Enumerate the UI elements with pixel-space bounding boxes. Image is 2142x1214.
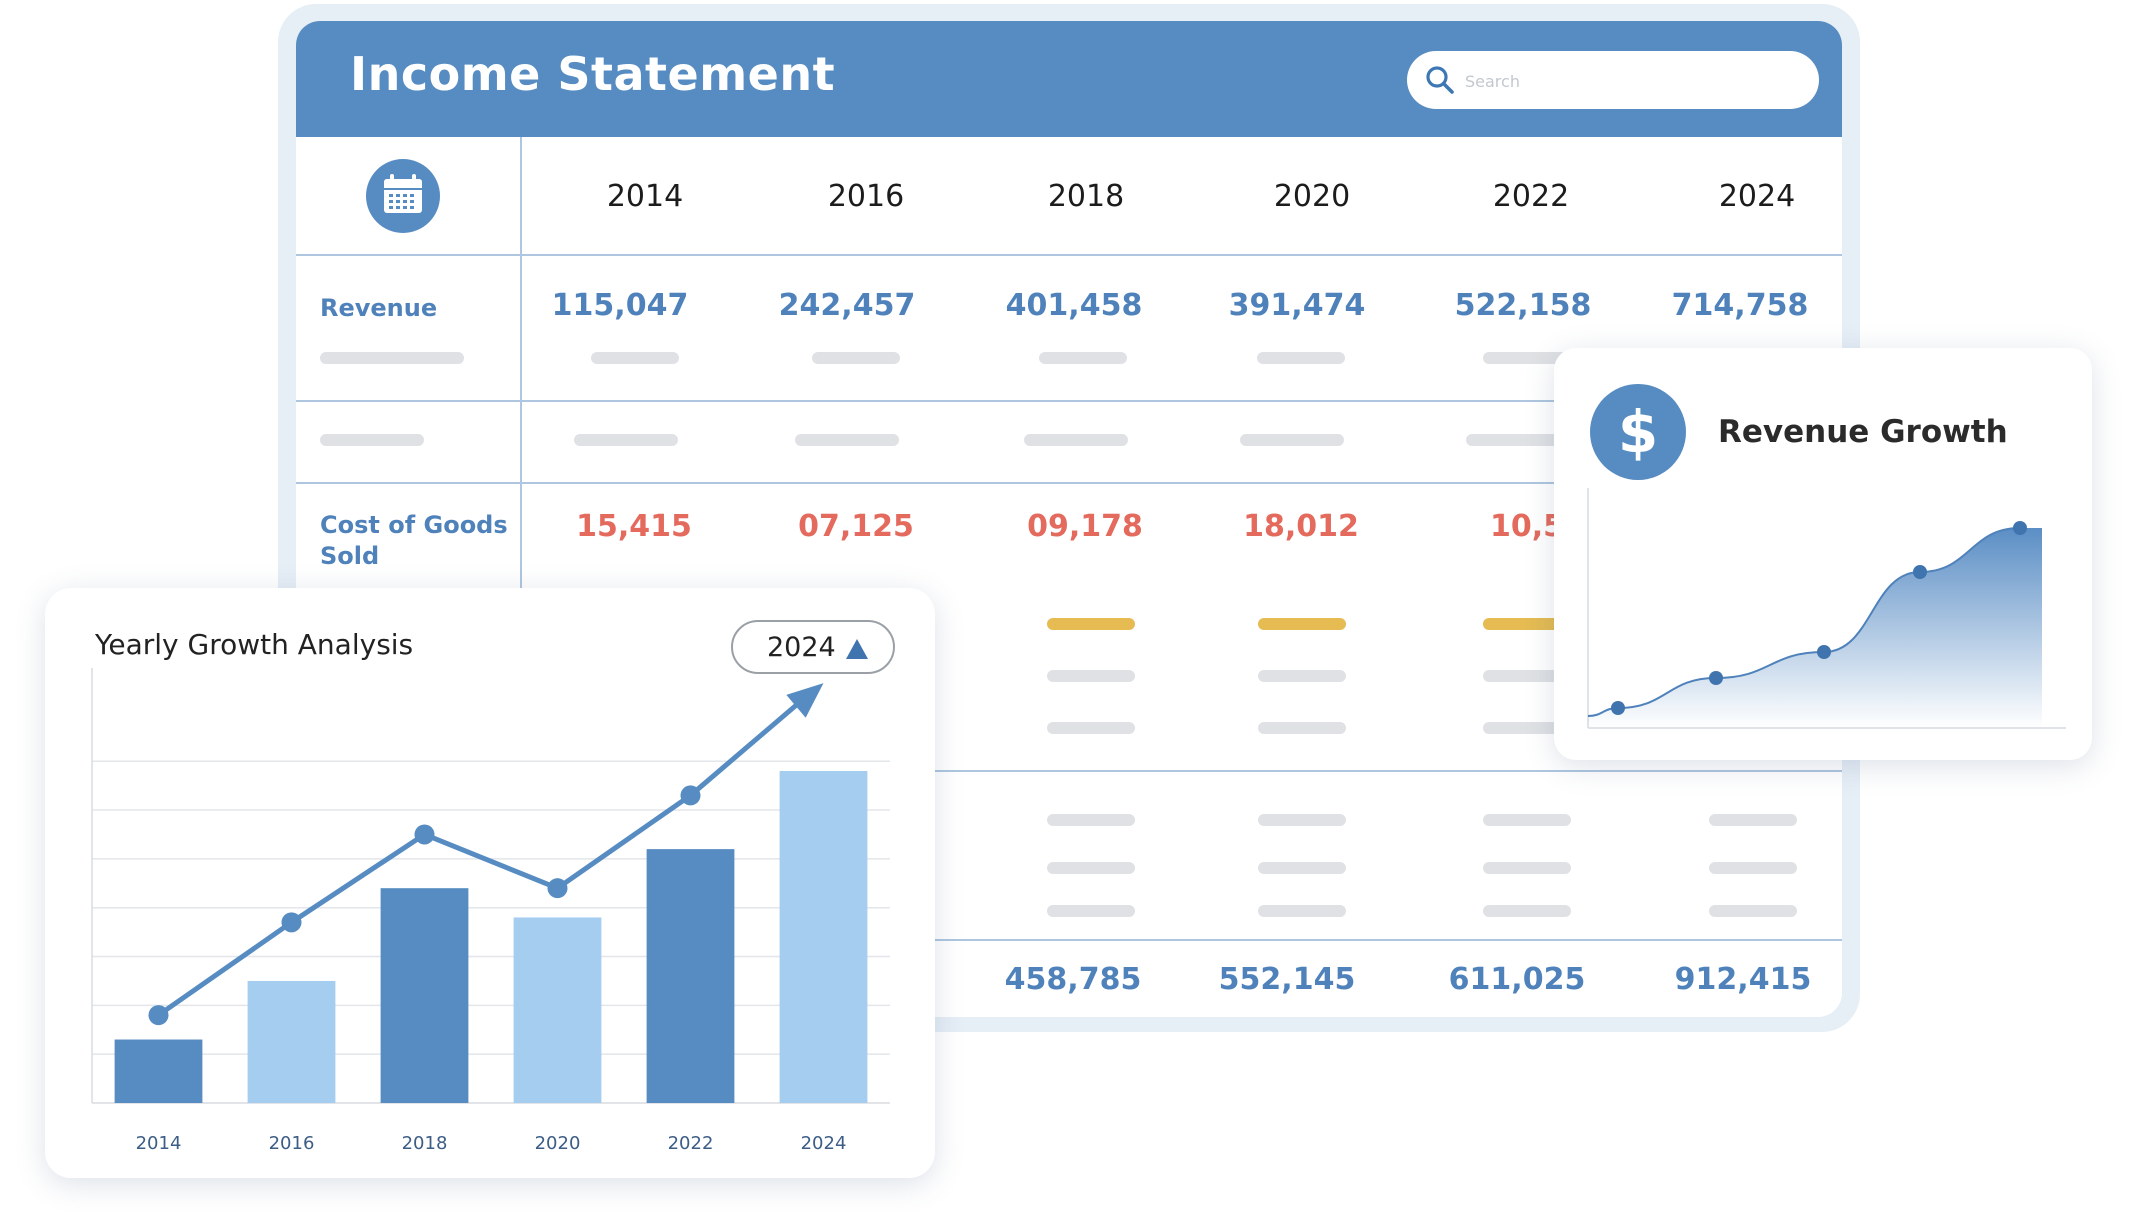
revenue-value: 115,047 — [551, 288, 689, 323]
bar — [380, 888, 469, 1103]
cogs-label-line2: Sold — [320, 542, 380, 570]
cogs-value: 18,012 — [1243, 509, 1359, 544]
revenue-growth-chart — [1587, 488, 2066, 729]
x-tick-label: 2020 — [535, 1133, 581, 1154]
total-value: 458,785 — [1004, 962, 1142, 997]
x-tick-label: 2016 — [269, 1133, 315, 1154]
placeholder-bar — [1258, 722, 1346, 734]
search-input[interactable] — [1463, 63, 1797, 99]
cogs-label-line1: Cost of Goods — [320, 511, 508, 539]
calendar-badge — [366, 159, 440, 233]
x-tick-label: 2022 — [668, 1133, 714, 1154]
x-tick-label: 2024 — [801, 1133, 847, 1154]
yearly-growth-card: Yearly Growth Analysis 2024 2014 2016 2018… — [45, 588, 935, 1178]
placeholder-bar — [591, 352, 679, 364]
placeholder-bar — [1047, 862, 1135, 874]
cogs-value: 09,178 — [1027, 509, 1143, 544]
data-point — [1611, 701, 1625, 715]
placeholder-bar — [1047, 905, 1135, 917]
placeholder-bar — [1258, 618, 1346, 630]
bar — [114, 1039, 203, 1103]
area-fill — [1588, 528, 2042, 728]
placeholder-bar — [1709, 905, 1797, 917]
bar — [779, 771, 868, 1103]
revenue-value: 401,458 — [1005, 288, 1143, 323]
total-value: 552,145 — [1218, 962, 1356, 997]
placeholder-bar — [320, 352, 464, 364]
total-value: 912,415 — [1674, 962, 1812, 997]
placeholder-bar — [1039, 352, 1127, 364]
search-box[interactable] — [1407, 51, 1819, 109]
placeholder-bar — [1709, 862, 1797, 874]
placeholder-bar — [1258, 905, 1346, 917]
placeholder-bar — [574, 434, 678, 446]
income-statement-header: Income Statement — [296, 21, 1842, 137]
bar — [646, 849, 735, 1103]
data-point — [2013, 521, 2027, 535]
placeholder-bar — [795, 434, 899, 446]
year-header: 2018 — [1047, 179, 1125, 214]
cogs-value: 07,125 — [798, 509, 914, 544]
revenue-value: 522,158 — [1454, 288, 1592, 323]
data-point — [1913, 565, 1927, 579]
year-header: 2014 — [606, 179, 684, 214]
placeholder-bar — [1483, 905, 1571, 917]
yearly-growth-chart: 2014 2016 2018 2020 2022 2024 — [91, 668, 890, 1154]
placeholder-bar — [1024, 434, 1128, 446]
trend-point — [414, 824, 435, 845]
placeholder-bar — [1483, 862, 1571, 874]
row-divider — [296, 254, 1842, 256]
placeholder-bar — [1709, 814, 1797, 826]
calendar-icon — [384, 174, 422, 213]
trend-point — [148, 1005, 169, 1026]
cogs-label: Cost of Goods Sold — [320, 510, 508, 572]
placeholder-bar — [1258, 670, 1346, 682]
data-point — [1817, 645, 1831, 659]
placeholder-bar — [1483, 814, 1571, 826]
x-tick-label: 2014 — [136, 1133, 182, 1154]
placeholder-bar — [1258, 862, 1346, 874]
page-title: Income Statement — [350, 47, 836, 101]
placeholder-bar — [1047, 722, 1135, 734]
trend-point — [680, 785, 701, 806]
total-value: 611,025 — [1448, 962, 1586, 997]
bar — [513, 917, 602, 1103]
bar — [247, 980, 336, 1103]
cogs-value: 15,415 — [576, 509, 692, 544]
trend-point — [547, 878, 568, 899]
trend-arrow-head — [786, 683, 824, 718]
year-header: 2020 — [1273, 179, 1351, 214]
placeholder-bar — [812, 352, 900, 364]
year-header: 2024 — [1718, 179, 1796, 214]
placeholder-bar — [320, 434, 424, 446]
x-tick-label: 2018 — [402, 1133, 448, 1154]
placeholder-bar — [1240, 434, 1344, 446]
revenue-value: 242,457 — [778, 288, 916, 323]
trend-point — [281, 912, 302, 933]
revenue-label: Revenue — [320, 294, 438, 322]
placeholder-bar — [1047, 814, 1135, 826]
data-point — [1709, 671, 1723, 685]
revenue-value: 714,758 — [1671, 288, 1809, 323]
search-icon — [1426, 66, 1454, 94]
placeholder-bar — [1047, 618, 1135, 630]
revenue-value: 391,474 — [1228, 288, 1366, 323]
placeholder-bar — [1047, 670, 1135, 682]
year-header: 2016 — [827, 179, 905, 214]
placeholder-bar — [1258, 814, 1346, 826]
placeholder-bar — [1257, 352, 1345, 364]
year-header: 2022 — [1492, 179, 1570, 214]
revenue-growth-card: $ Revenue Growth — [1554, 348, 2092, 760]
